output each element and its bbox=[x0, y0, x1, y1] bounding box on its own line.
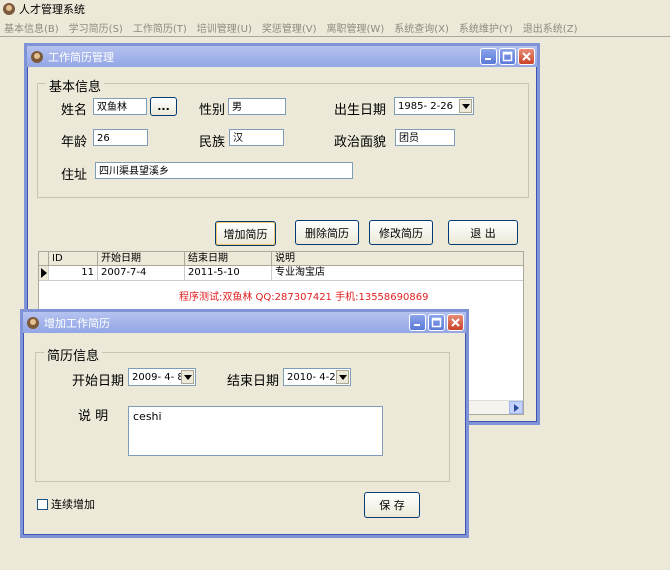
end-date-dropdown[interactable] bbox=[336, 370, 349, 384]
add-resume-window: 增加工作简历 简历信息 开始日期 2009- 4- 8 结束日期 2010- 4… bbox=[20, 309, 469, 538]
birth-date-label: 出生日期 bbox=[334, 103, 387, 118]
close-button[interactable] bbox=[447, 314, 464, 331]
minimize-button[interactable] bbox=[409, 314, 426, 331]
app-titlebar: 人才管理系统 bbox=[0, 0, 670, 18]
end-date-value: 2010- 4-27 bbox=[287, 372, 342, 383]
menu-exit[interactable]: 退出系统(Z) bbox=[519, 20, 582, 35]
minimize-icon bbox=[485, 58, 491, 60]
menu-work-resume[interactable]: 工作简历(T) bbox=[129, 20, 191, 35]
address-label: 住址 bbox=[61, 168, 88, 183]
maximize-button[interactable] bbox=[428, 314, 445, 331]
menu-training[interactable]: 培训管理(U) bbox=[193, 20, 256, 35]
menu-rewards[interactable]: 奖惩管理(V) bbox=[258, 20, 321, 35]
political-status-label: 政治面貌 bbox=[334, 135, 387, 150]
delete-resume-button[interactable]: 删除简历 bbox=[295, 220, 359, 245]
window-icon bbox=[31, 50, 43, 63]
gender-field[interactable]: 男 bbox=[228, 98, 286, 115]
menu-basic-info[interactable]: 基本信息(B) bbox=[0, 20, 63, 35]
description-label: 说 明 bbox=[78, 409, 109, 424]
chevron-down-icon bbox=[339, 375, 347, 380]
test-info-text: 程序测试:双鱼林 QQ:287307421 手机:13558690869 bbox=[179, 292, 429, 303]
app-icon bbox=[3, 3, 15, 15]
menu-resignation[interactable]: 离职管理(W) bbox=[323, 20, 389, 35]
add-resume-window-title: 增加工作简历 bbox=[44, 316, 110, 330]
maximize-button[interactable] bbox=[499, 48, 516, 65]
grid-cell-description[interactable]: 专业淘宝店 bbox=[272, 266, 523, 281]
close-icon bbox=[522, 52, 531, 61]
chevron-right-icon bbox=[514, 404, 519, 412]
start-date-label: 开始日期 bbox=[72, 374, 125, 389]
grid-header-id[interactable]: ID bbox=[49, 252, 98, 266]
continuous-add-label[interactable]: 连续增加 bbox=[51, 496, 95, 512]
grid-header-description[interactable]: 说明 bbox=[272, 252, 523, 266]
grid-row-header-corner bbox=[39, 252, 49, 266]
birth-date-picker[interactable]: 1985- 2-26 bbox=[394, 97, 474, 115]
minimize-button[interactable] bbox=[480, 48, 497, 65]
modify-resume-button[interactable]: 修改简历 bbox=[369, 220, 433, 245]
birth-date-dropdown[interactable] bbox=[459, 99, 472, 113]
grid-row-indicator[interactable] bbox=[39, 266, 49, 281]
chevron-down-icon bbox=[462, 104, 470, 109]
scroll-right-button[interactable] bbox=[509, 401, 523, 414]
end-date-picker[interactable]: 2010- 4-27 bbox=[283, 368, 351, 386]
maximize-icon bbox=[502, 51, 513, 62]
row-pointer-icon bbox=[41, 268, 47, 278]
birth-date-value: 1985- 2-26 bbox=[398, 101, 453, 112]
age-label: 年龄 bbox=[61, 135, 88, 150]
ethnicity-field[interactable]: 汉 bbox=[229, 129, 284, 146]
add-resume-window-titlebar[interactable]: 增加工作简历 bbox=[23, 312, 466, 333]
menu-bar: 基本信息(B) 学习简历(S) 工作简历(T) 培训管理(U) 奖惩管理(V) … bbox=[0, 18, 670, 36]
menu-query[interactable]: 系统查询(X) bbox=[390, 20, 453, 35]
resume-window-titlebar[interactable]: 工作简历管理 bbox=[27, 46, 537, 67]
exit-button[interactable]: 退 出 bbox=[448, 220, 518, 245]
start-date-dropdown[interactable] bbox=[181, 370, 194, 384]
app-title: 人才管理系统 bbox=[19, 3, 85, 16]
political-status-field[interactable]: 团员 bbox=[395, 129, 455, 146]
end-date-label: 结束日期 bbox=[227, 374, 280, 389]
grid-header-end-date[interactable]: 结束日期 bbox=[185, 252, 272, 266]
window-icon bbox=[27, 316, 39, 329]
grid-cell-id[interactable]: 11 bbox=[49, 266, 98, 281]
minimize-icon bbox=[414, 324, 420, 326]
grid-cell-end-date[interactable]: 2011-5-10 bbox=[185, 266, 272, 281]
close-button[interactable] bbox=[518, 48, 535, 65]
add-resume-button[interactable]: 增加简历 bbox=[215, 221, 276, 246]
resume-info-group-title: 简历信息 bbox=[44, 345, 103, 364]
ethnicity-label: 民族 bbox=[199, 135, 226, 150]
resume-window-title: 工作简历管理 bbox=[48, 50, 114, 64]
maximize-icon bbox=[431, 317, 442, 328]
basic-info-group-title: 基本信息 bbox=[46, 76, 105, 95]
continuous-add-checkbox[interactable] bbox=[37, 499, 48, 510]
name-field[interactable]: 双鱼林 bbox=[93, 98, 147, 115]
gender-label: 性别 bbox=[199, 103, 226, 118]
menu-study-resume[interactable]: 学习简历(S) bbox=[65, 20, 127, 35]
grid-cell-start-date[interactable]: 2007-7-4 bbox=[98, 266, 185, 281]
browse-button[interactable]: ... bbox=[150, 97, 177, 116]
close-icon bbox=[451, 318, 460, 327]
start-date-value: 2009- 4- 8 bbox=[132, 372, 184, 383]
save-button[interactable]: 保 存 bbox=[364, 492, 420, 518]
name-label: 姓名 bbox=[61, 103, 88, 118]
menu-maintenance[interactable]: 系统维护(Y) bbox=[455, 20, 517, 35]
description-textarea[interactable]: ceshi bbox=[128, 406, 383, 456]
start-date-picker[interactable]: 2009- 4- 8 bbox=[128, 368, 196, 386]
chevron-down-icon bbox=[184, 375, 192, 380]
address-field[interactable]: 四川渠县望溪乡 bbox=[95, 162, 353, 179]
age-field[interactable]: 26 bbox=[93, 129, 148, 146]
grid-header-start-date[interactable]: 开始日期 bbox=[98, 252, 185, 266]
